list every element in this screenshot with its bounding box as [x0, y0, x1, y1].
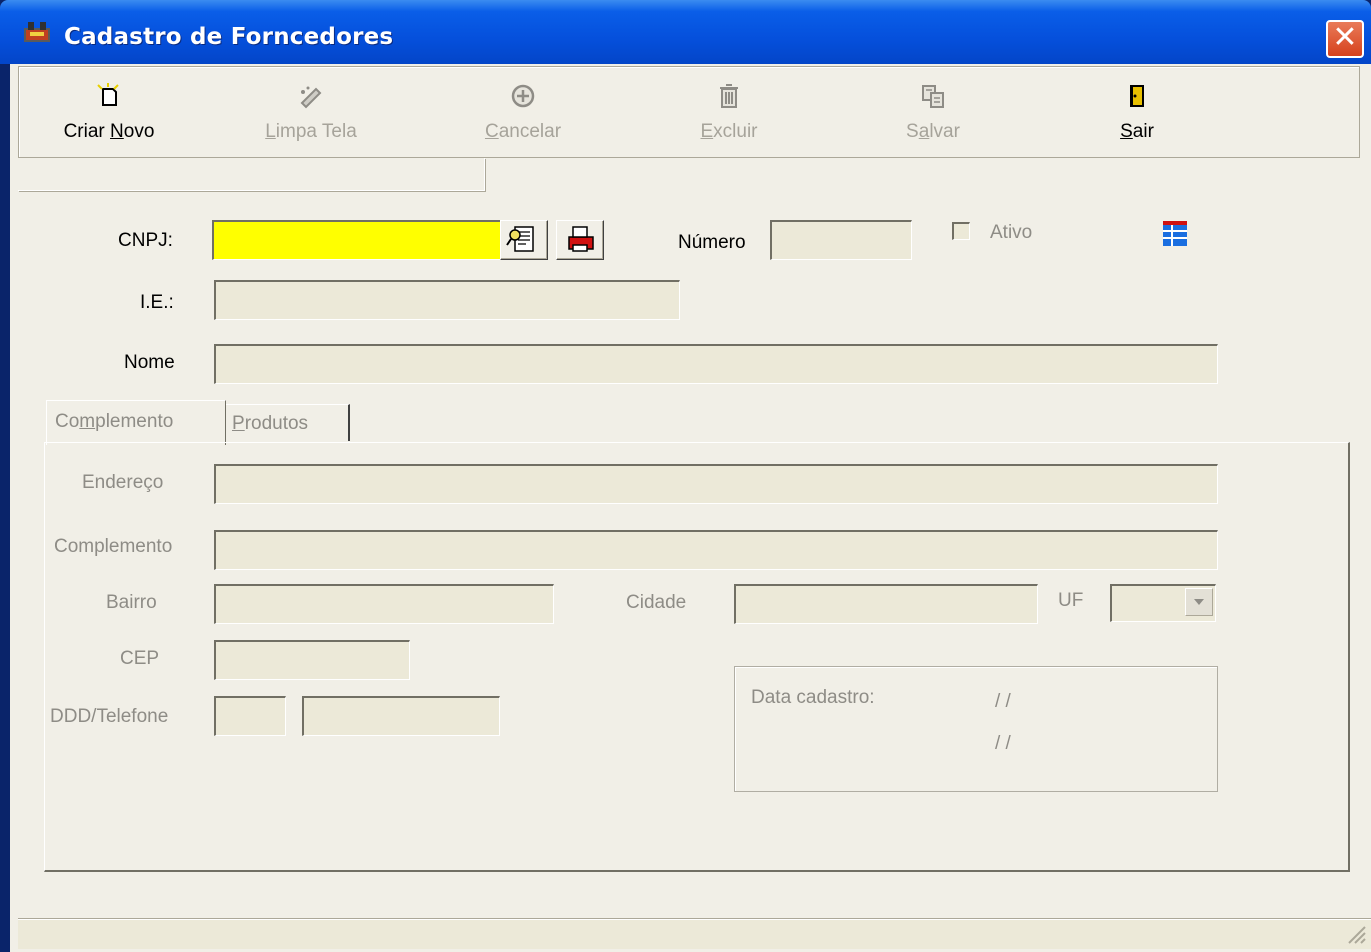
title-bar[interactable]: Cadastro de Forncedores ✕ [0, 0, 1371, 64]
criar-novo-button[interactable]: Criar Novo [39, 71, 179, 153]
printer-icon [568, 226, 594, 252]
cnpj-label: CNPJ: [118, 230, 173, 251]
excluir-button[interactable]: Excluir [659, 71, 799, 153]
data-cadastro-value: / / [995, 691, 1011, 712]
endereco-label: Endereço [82, 472, 164, 493]
tab-complemento[interactable]: Complemento [46, 400, 226, 445]
trash-icon [720, 84, 738, 108]
app-icon [24, 22, 50, 42]
ie-label: I.E.: [140, 292, 174, 313]
eraser-icon [300, 86, 322, 109]
save-icon [922, 85, 944, 108]
bairro-label: Bairro [106, 592, 157, 613]
application-window: Cadastro de Forncedores ✕ Criar Novo Lim… [0, 0, 1371, 952]
cnpj-lookup-button[interactable] [500, 220, 548, 260]
data-cadastro-label: Data cadastro: [751, 687, 875, 708]
cep-label: CEP [120, 648, 160, 669]
salvar-button[interactable]: Salvar [863, 71, 1003, 153]
document-search-icon [506, 226, 534, 252]
cnpj-input[interactable] [212, 220, 502, 260]
complemento-label: Complemento [54, 536, 173, 557]
resize-grip-icon[interactable] [1343, 921, 1367, 945]
cep-input[interactable] [214, 640, 410, 680]
info-panel [18, 158, 485, 191]
uf-label: UF [1058, 590, 1084, 611]
sair-button[interactable]: Sair [1067, 71, 1207, 153]
window-client-area: Criar Novo Limpa Tela Cancelar Excluir S… [10, 64, 1371, 952]
cidade-input[interactable] [734, 584, 1038, 624]
close-button[interactable]: ✕ [1326, 20, 1364, 58]
cancel-icon [511, 84, 535, 108]
close-icon: ✕ [1332, 20, 1358, 55]
nome-input[interactable] [214, 344, 1218, 384]
exit-door-icon [1130, 85, 1144, 107]
chevron-down-icon [1194, 599, 1204, 605]
limpa-tela-button[interactable]: Limpa Tela [241, 71, 381, 153]
endereco-input[interactable] [214, 464, 1218, 504]
toolbar: Criar Novo Limpa Tela Cancelar Excluir S… [18, 66, 1360, 158]
uf-select[interactable] [1110, 584, 1216, 622]
ativo-checkbox[interactable] [952, 222, 970, 240]
bairro-input[interactable] [214, 584, 554, 624]
grid-table-icon[interactable] [1162, 220, 1188, 248]
ddd-telefone-label: DDD/Telefone [50, 706, 169, 727]
numero-label: Número [678, 232, 746, 253]
ddd-input[interactable] [214, 696, 286, 736]
cnpj-print-button[interactable] [556, 220, 604, 260]
dropdown-arrow-button[interactable] [1185, 588, 1213, 616]
ativo-label: Ativo [990, 222, 1033, 243]
cidade-label: Cidade [626, 592, 687, 613]
ie-input[interactable] [214, 280, 680, 320]
numero-input[interactable] [770, 220, 912, 260]
status-bar [18, 918, 1371, 949]
data-cadastro-group: Data cadastro: / / / / [734, 666, 1218, 792]
new-document-icon [97, 83, 119, 106]
complemento-input[interactable] [214, 530, 1218, 570]
telefone-input[interactable] [302, 696, 500, 736]
window-title: Cadastro de Forncedores [64, 24, 394, 50]
nome-label: Nome [124, 352, 175, 373]
cancelar-button[interactable]: Cancelar [453, 71, 593, 153]
tab-produtos[interactable]: Produtos [226, 404, 350, 441]
data-alteracao-value: / / [995, 733, 1011, 754]
